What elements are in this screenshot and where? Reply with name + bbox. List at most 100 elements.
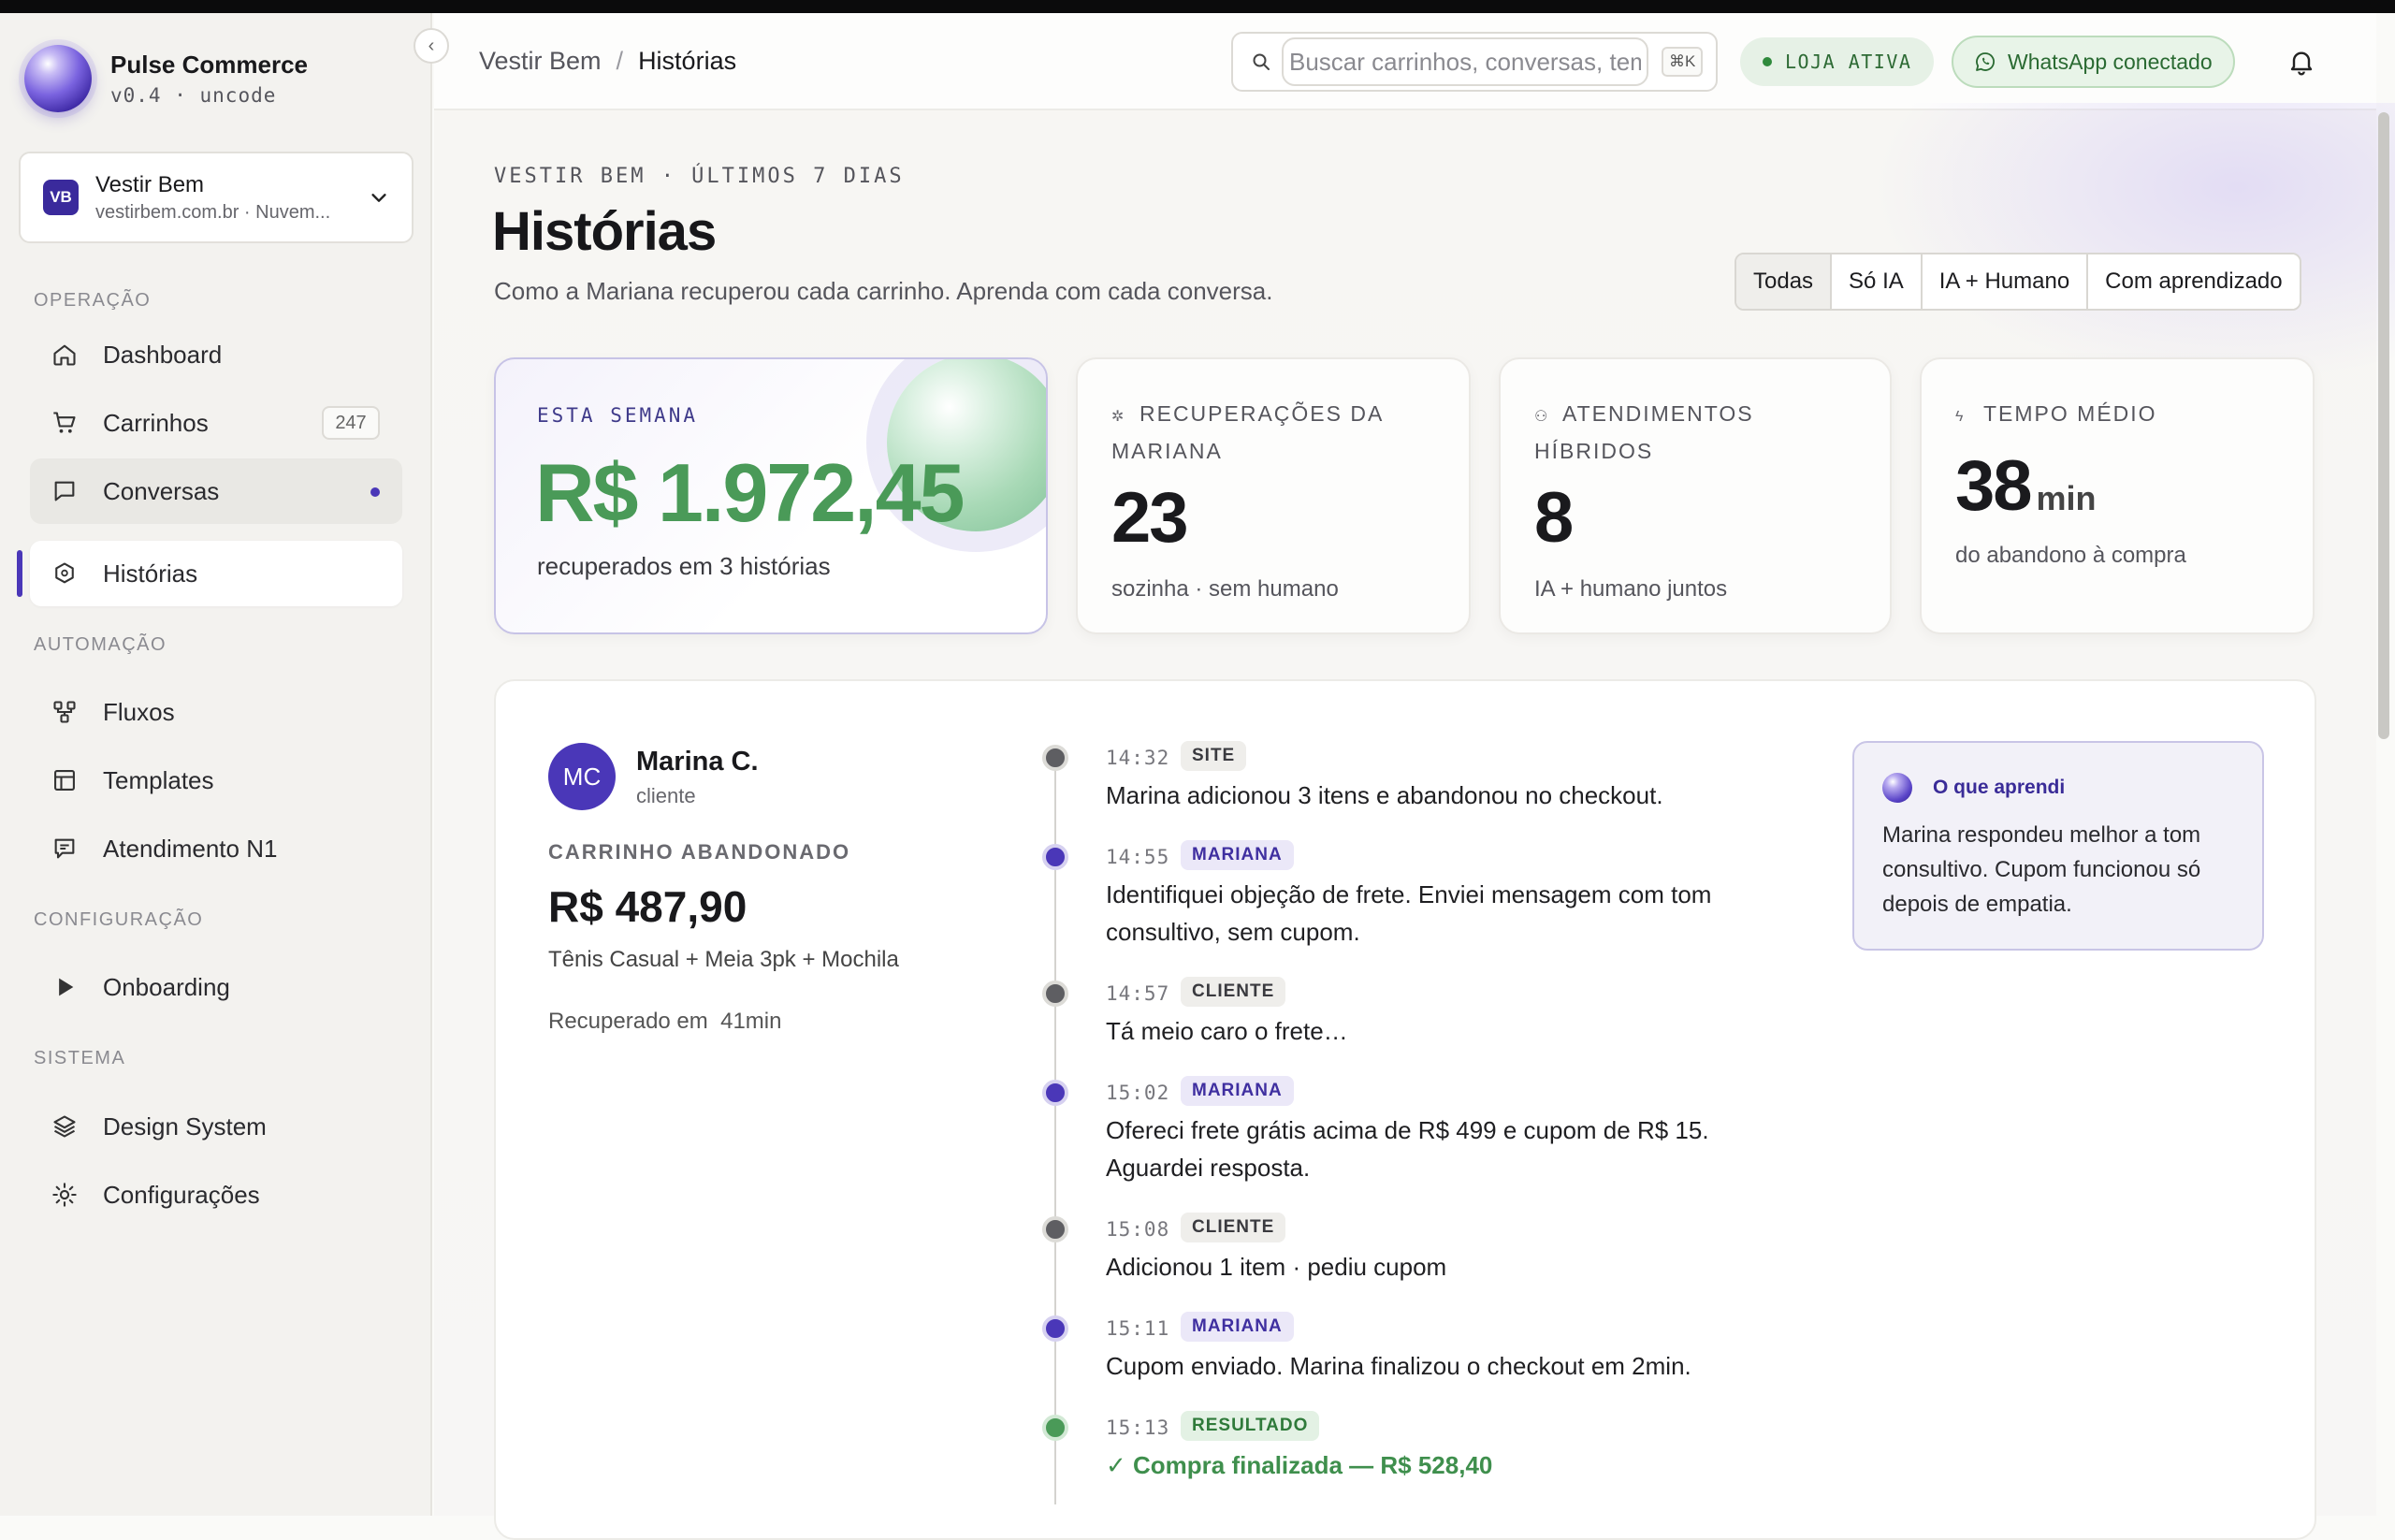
recovered-time: Recuperado em 41min: [548, 1009, 782, 1034]
collapse-sidebar-button[interactable]: ‹: [414, 28, 449, 64]
search-icon: [1253, 53, 1270, 70]
background-glow: [1871, 103, 2395, 384]
event-tag: MARIANA: [1181, 840, 1294, 870]
search-input[interactable]: [1282, 37, 1648, 86]
settings-icon: [51, 1181, 79, 1209]
store-badge: VB: [43, 180, 79, 215]
nav-section-operacao: OPERAÇÃO: [34, 290, 152, 311]
customer-name: Marina C.: [636, 747, 759, 777]
status-dot: [1763, 57, 1772, 66]
top-header: Vestir Bem / Histórias ⌘K LOJA ATIVA Wha…: [434, 13, 2376, 110]
page-subtitle: Como a Mariana recuperou cada carrinho. …: [494, 277, 1273, 305]
sidebar-item-design-system[interactable]: Design System: [30, 1094, 402, 1159]
whatsapp-status-button[interactable]: WhatsApp conectado: [1952, 36, 2235, 88]
store-url: vestirbem.com.br · Nuvem...: [95, 201, 331, 223]
play-icon: [51, 973, 79, 1001]
timeline-dot: [1042, 1315, 1068, 1342]
story-card[interactable]: MC Marina C. cliente CARRINHO ABANDONADO…: [494, 679, 2316, 1540]
event-time: 14:57: [1106, 982, 1170, 1005]
sidebar-item-label: Fluxos: [103, 697, 175, 726]
template-icon: [51, 766, 79, 794]
avatar: MC: [548, 743, 616, 810]
filter-so-ia[interactable]: Só IA: [1832, 254, 1923, 309]
sidebar-item-onboarding[interactable]: Onboarding: [30, 954, 402, 1020]
event-tag: SITE: [1181, 741, 1247, 771]
sidebar-item-label: Histórias: [103, 559, 198, 588]
timeline-dot: [1042, 981, 1068, 1007]
bolt-icon: ϟ: [1955, 409, 1964, 425]
sidebar-item-label: Dashboard: [103, 340, 223, 369]
home-icon: [51, 341, 79, 369]
stat-card-tempo-medio: ϟ TEMPO MÉDIO 38 min do abandono à compra: [1920, 357, 2315, 634]
event-text: ✓ Compra finalizada — R$ 528,40: [1106, 1451, 1493, 1479]
filter-com-aprendizado[interactable]: Com aprendizado: [2088, 254, 2300, 309]
filter-todas[interactable]: Todas: [1736, 254, 1833, 309]
stories-icon: [51, 559, 79, 588]
sidebar-item-label: Templates: [103, 765, 214, 794]
breadcrumb-separator: /: [616, 47, 624, 75]
store-status-badge: LOJA ATIVA: [1740, 37, 1935, 86]
brand-logo: [24, 45, 92, 112]
app-version: v0.4 · uncode: [110, 84, 277, 107]
store-switcher[interactable]: VB Vestir Bem vestirbem.com.br · Nuvem..…: [19, 152, 414, 243]
event-time: 15:13: [1106, 1417, 1170, 1439]
stat-label: ESTA SEMANA: [537, 404, 699, 427]
timeline-dot: [1042, 1080, 1068, 1106]
stat-card-hibridos: ⚇ ATENDIMENTOS HÍBRIDOS 8 IA + humano jun…: [1499, 357, 1892, 634]
event-text: Cupom enviado. Marina finalizou o checko…: [1106, 1352, 1691, 1380]
stat-value: 8: [1534, 478, 1574, 558]
stat-value: 23: [1111, 478, 1189, 558]
filter-ia-humano[interactable]: IA + Humano: [1922, 254, 2089, 309]
sidebar-item-historias[interactable]: Histórias: [30, 541, 402, 606]
story-filter-segmented: Todas Só IA IA + Humano Com aprendizado: [1735, 253, 2301, 311]
stat-label: ϟ TEMPO MÉDIO: [1955, 397, 2292, 434]
event-time: 14:32: [1106, 747, 1170, 769]
event-time: 15:02: [1106, 1082, 1170, 1104]
sidebar-item-label: Conversas: [103, 476, 220, 505]
event-text: Marina adicionou 3 itens e abandonou no …: [1106, 781, 1663, 809]
event-tag: CLIENTE: [1181, 977, 1286, 1007]
breadcrumb-store[interactable]: Vestir Bem: [479, 47, 602, 76]
stat-note: IA + humano juntos: [1534, 576, 1728, 602]
stat-card-week: ESTA SEMANA R$ 1.972,45 recuperados em 3…: [494, 357, 1048, 634]
breadcrumb: Vestir Bem / Histórias: [479, 47, 736, 76]
sidebar-item-conversas[interactable]: Conversas: [30, 458, 402, 524]
window-top-strip: [0, 0, 2395, 13]
sidebar-item-atendimento-n1[interactable]: Atendimento N1: [30, 816, 402, 881]
brand: Pulse Commerce v0.4 · uncode: [24, 45, 308, 112]
sidebar-item-fluxos[interactable]: Fluxos: [30, 679, 402, 745]
cart-icon: [51, 409, 79, 437]
event-text: Adicionou 1 item · pediu cupom: [1106, 1253, 1447, 1281]
stat-label: ✲ RECUPERAÇÕES DA MARIANA: [1111, 401, 1384, 463]
event-text: Tá meio caro o frete…: [1106, 1017, 1348, 1045]
event-time: 14:55: [1106, 846, 1170, 868]
scrollbar[interactable]: [2378, 112, 2389, 739]
event-tag: RESULTADO: [1181, 1411, 1320, 1441]
breadcrumb-current: Histórias: [638, 47, 737, 75]
sidebar: Pulse Commerce v0.4 · uncode VB Vestir B…: [0, 13, 432, 1516]
whatsapp-icon: [1976, 52, 1995, 71]
unread-dot: [370, 487, 380, 497]
cart-label: CARRINHO ABANDONADO: [548, 840, 851, 864]
sidebar-item-label: Configurações: [103, 1180, 260, 1209]
assistant-orb-icon: [1882, 773, 1912, 803]
spark-icon: ✲: [1111, 409, 1125, 425]
store-status-label: LOJA ATIVA: [1785, 51, 1912, 73]
sidebar-item-templates[interactable]: Templates: [30, 748, 402, 813]
customer-role: cliente: [636, 784, 696, 807]
sidebar-item-configuracoes[interactable]: Configurações: [30, 1162, 402, 1228]
learning-callout: O que aprendi Marina respondeu melhor a …: [1852, 741, 2264, 951]
event-time: 15:08: [1106, 1218, 1170, 1241]
sidebar-item-label: Carrinhos: [103, 408, 209, 437]
event-text: Identifiquei objeção de frete. Enviei me…: [1106, 880, 1712, 946]
timeline-dot: [1042, 1415, 1068, 1441]
people-icon: ⚇: [1534, 409, 1548, 425]
event-tag: CLIENTE: [1181, 1213, 1286, 1242]
bell-icon[interactable]: [2286, 47, 2316, 77]
event-text: Ofereci frete grátis acima de R$ 499 e c…: [1106, 1116, 1709, 1182]
sidebar-item-label: Atendimento N1: [103, 834, 278, 863]
sidebar-item-carrinhos[interactable]: Carrinhos 247: [30, 390, 402, 456]
sidebar-item-dashboard[interactable]: Dashboard: [30, 322, 402, 387]
search-shortcut: ⌘K: [1662, 47, 1704, 77]
search-box: ⌘K: [1231, 32, 1718, 92]
